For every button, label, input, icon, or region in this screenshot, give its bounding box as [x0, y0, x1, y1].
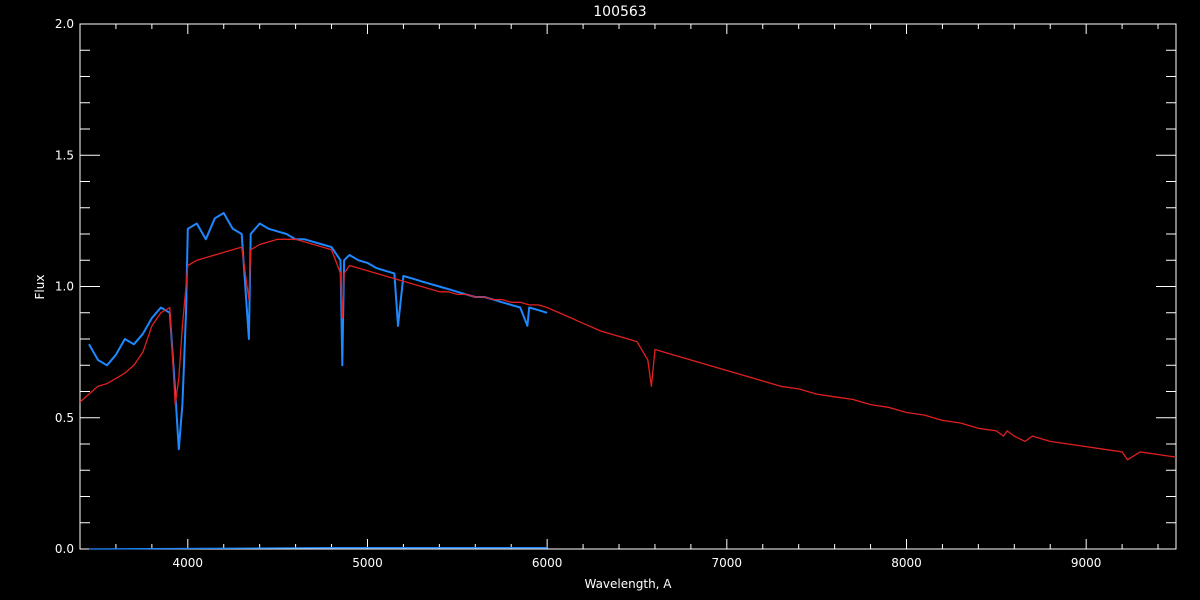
x-tick-label: 5000 — [352, 556, 383, 570]
x-tick-label: 6000 — [532, 556, 563, 570]
x-axis-title: Wavelength, A — [584, 577, 672, 591]
y-tick-label: 2.0 — [55, 17, 74, 31]
y-tick-label: 1.5 — [55, 148, 74, 162]
y-tick-label: 1.0 — [55, 280, 74, 294]
x-tick-label: 4000 — [173, 556, 204, 570]
x-tick-label: 9000 — [1071, 556, 1102, 570]
x-tick-label: 7000 — [712, 556, 743, 570]
chart-container: 4000 5000 6000 7000 8000 9000 0.0 0.5 1.0 1.5 2.0 … — [0, 0, 1200, 600]
y-axis-title: Flux — [33, 275, 47, 300]
chart-background — [0, 0, 1200, 600]
x-tick-label: 8000 — [891, 556, 922, 570]
spectrum-chart: 4000 5000 6000 7000 8000 90000.00.51.01.52.0 … — [0, 0, 1200, 600]
y-tick-label: 0.0 — [55, 542, 74, 556]
y-tick-label: 0.5 — [55, 411, 74, 425]
chart-title: 100563 — [593, 4, 646, 20]
